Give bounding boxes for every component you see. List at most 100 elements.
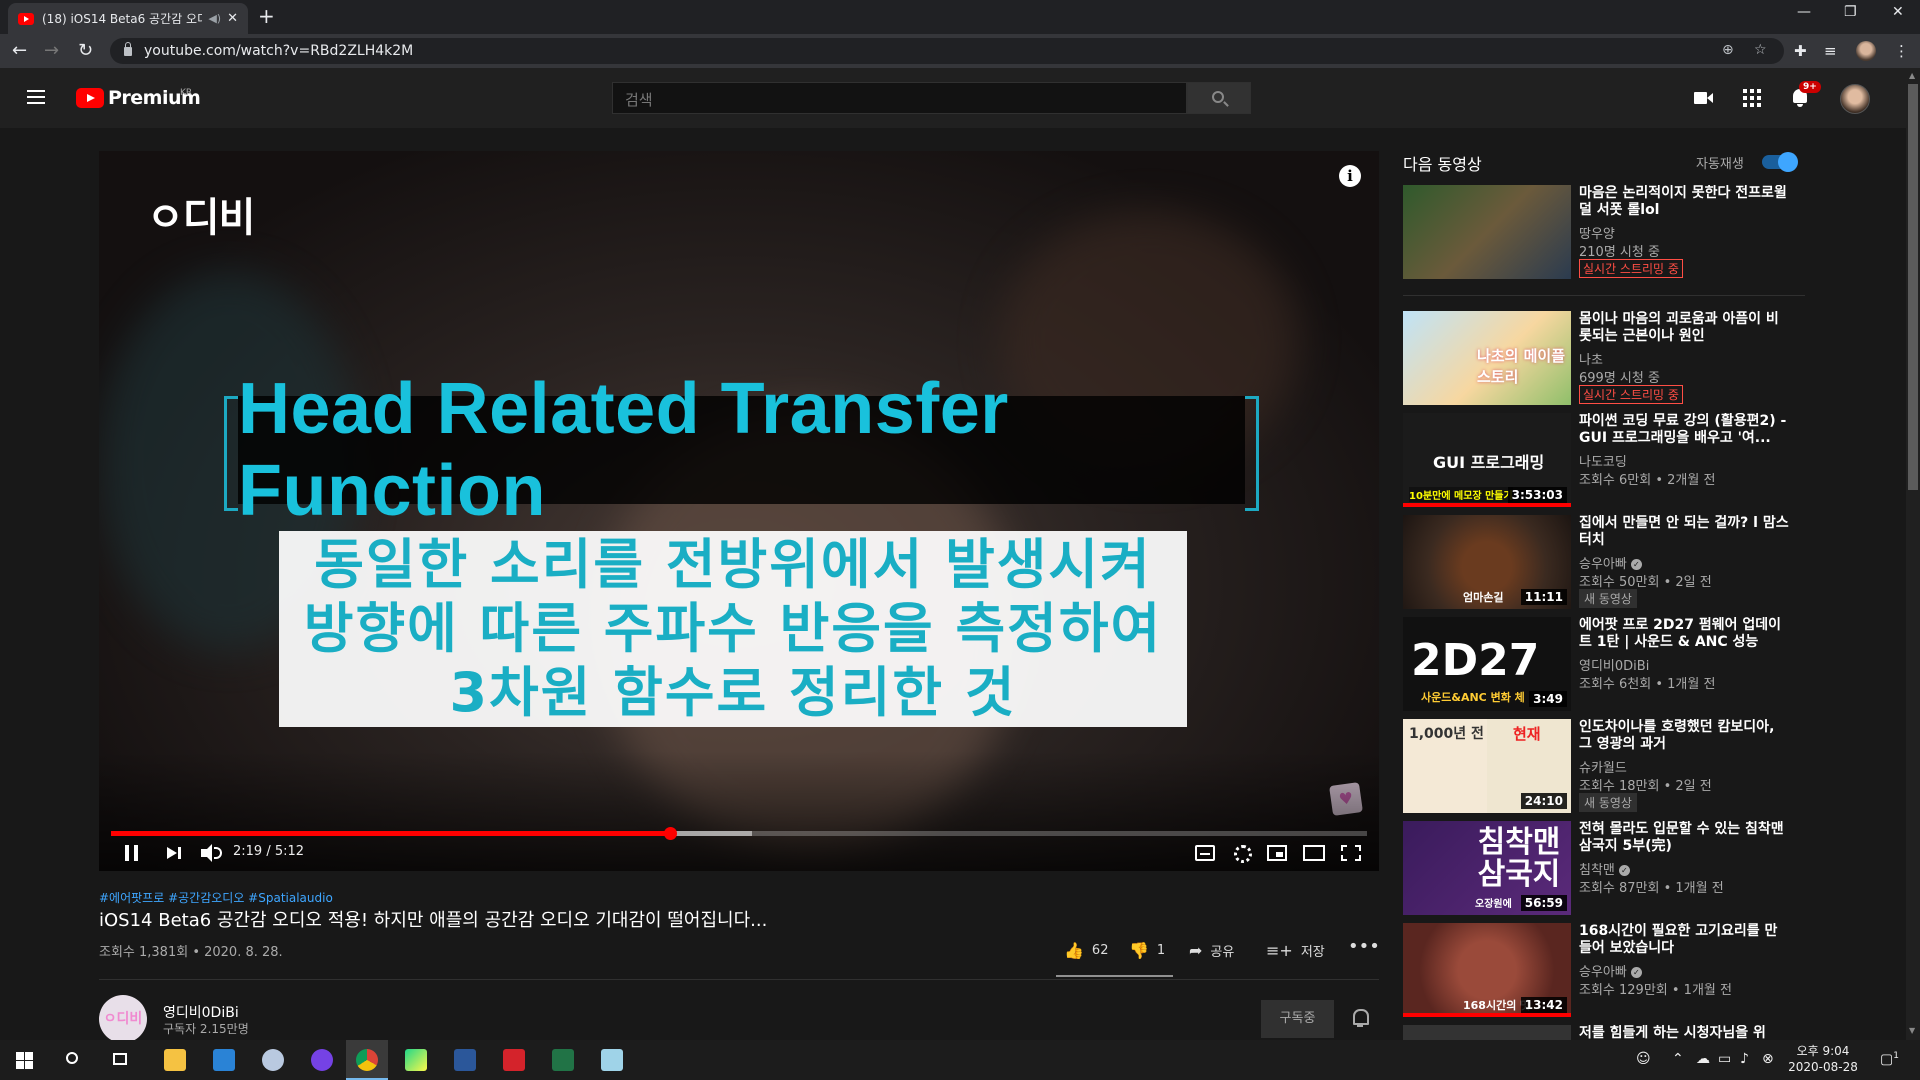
video-thumbnail[interactable]: 나초의 메이플스토리 xyxy=(1403,311,1571,405)
create-video-icon[interactable] xyxy=(1692,86,1716,110)
channel-name[interactable]: 침착맨 ✓ xyxy=(1579,859,1630,878)
firefox-icon[interactable] xyxy=(302,1048,342,1072)
chrome-icon[interactable] xyxy=(346,1040,388,1080)
ime-icon[interactable]: ⊗ xyxy=(1762,1051,1774,1067)
recommended-video[interactable]: 나초의 메이플스토리 몸이나 마음의 괴로움과 아픔이 비롯되는 근본이나 원인나… xyxy=(1403,311,1805,405)
channel-name[interactable]: 나초 xyxy=(1579,349,1603,368)
video-title[interactable]: 집에서 만들면 안 되는 걸까? l 맘스터치 xyxy=(1579,515,1789,549)
paint-icon[interactable] xyxy=(253,1048,293,1072)
channel-avatar[interactable]: ㅇ디비 xyxy=(99,995,147,1043)
forward-button[interactable]: → xyxy=(44,40,59,61)
video-thumbnail[interactable]: 1,000년 전 현재 24:10 xyxy=(1403,719,1571,813)
acrobat-icon[interactable] xyxy=(494,1048,534,1072)
account-avatar[interactable] xyxy=(1840,84,1870,114)
action-center-icon[interactable]: ▢1 xyxy=(1880,1051,1899,1068)
dislike-button[interactable]: 👎 1 xyxy=(1129,941,1165,960)
scrubber-handle[interactable] xyxy=(663,827,677,840)
progress-bar[interactable] xyxy=(111,827,1367,840)
notepad-icon[interactable] xyxy=(592,1048,632,1072)
hashtags[interactable]: #에어팟프로 #공간감오디오 #Spatialaudio xyxy=(99,889,333,906)
video-thumbnail[interactable]: 2D27 사운드&ANC 변화 체 3:49 xyxy=(1403,617,1571,711)
file-explorer-icon[interactable] xyxy=(155,1048,195,1072)
minimize-button[interactable]: — xyxy=(1797,4,1811,20)
tab-close-icon[interactable]: ✕ xyxy=(227,11,238,26)
video-thumbnail[interactable] xyxy=(1403,185,1571,279)
tray-expand-icon[interactable]: ⌃ xyxy=(1672,1051,1684,1067)
channel-name[interactable]: 나도코딩 xyxy=(1579,451,1627,470)
reload-button[interactable]: ↻ xyxy=(78,40,93,61)
network-icon[interactable]: ▭ xyxy=(1718,1051,1731,1067)
task-view-icon[interactable] xyxy=(108,1048,134,1072)
excel-icon[interactable] xyxy=(543,1048,583,1072)
pause-button[interactable] xyxy=(125,841,139,865)
share-button[interactable]: ➦ 공유 xyxy=(1189,941,1234,960)
pycharm-icon[interactable] xyxy=(396,1048,436,1072)
theater-mode-icon[interactable] xyxy=(1303,845,1325,861)
recommended-video[interactable]: 마음은 논리적이지 못한다 전프로윌덜 서폿 롤lol 땅우양 210명 시청 중실… xyxy=(1403,185,1805,279)
search-button[interactable] xyxy=(1187,82,1251,114)
video-title[interactable]: 168시간이 필요한 고기요리를 만들어 보았습니다 xyxy=(1579,923,1789,957)
subscribed-button[interactable]: 구독중 xyxy=(1261,1000,1334,1038)
video-title[interactable]: 전혀 몰라도 입문할 수 있는 침착맨 삼국지 5부(完) xyxy=(1579,821,1789,855)
taskbar-clock[interactable]: 오후 9:04 2020-08-28 xyxy=(1788,1043,1858,1075)
chrome-menu-icon[interactable]: ⋮ xyxy=(1894,42,1909,60)
channel-name[interactable]: 영디비0DiBi xyxy=(1579,655,1649,674)
menu-icon[interactable] xyxy=(27,90,45,104)
youtube-logo-icon[interactable] xyxy=(76,88,104,108)
search-icon[interactable] xyxy=(60,1048,86,1072)
windows-start-icon[interactable] xyxy=(12,1048,38,1072)
next-button[interactable] xyxy=(167,841,183,865)
info-icon[interactable]: i xyxy=(1339,165,1361,187)
back-button[interactable]: ← xyxy=(12,40,27,61)
mail-icon[interactable] xyxy=(204,1048,244,1072)
close-window-button[interactable]: ✕ xyxy=(1892,4,1904,20)
channel-name[interactable]: 승우아빠 ✓ xyxy=(1579,553,1642,572)
browser-tab[interactable]: (18) iOS14 Beta6 공간감 오디오 ◀) ✕ xyxy=(8,3,248,34)
video-thumbnail[interactable]: 침착맨 삼국지 오장원에 56:59 xyxy=(1403,821,1571,915)
video-title[interactable]: 인도차이나를 호령했던 캄보디아, 그 영광의 과거 xyxy=(1579,719,1789,753)
recommended-video[interactable]: 저를 힘들게 하는 시청자님을 위 xyxy=(1403,1025,1805,1041)
save-button[interactable]: ≡+ 저장 xyxy=(1266,941,1325,960)
address-bar[interactable]: youtube.com/watch?v=RBd2ZLH4k2M xyxy=(110,38,1784,64)
scroll-down-icon[interactable]: ▼ xyxy=(1909,1026,1915,1035)
extensions-icon[interactable]: ✚ xyxy=(1794,42,1807,60)
subtitles-icon[interactable] xyxy=(1195,845,1215,861)
scrollbar-thumb[interactable] xyxy=(1908,84,1918,490)
profile-avatar[interactable] xyxy=(1856,41,1876,61)
autoplay-toggle[interactable] xyxy=(1762,152,1798,172)
recommended-video[interactable]: 2D27 사운드&ANC 변화 체 3:49 에어팟 프로 2D27 펌웨어 업데이트… xyxy=(1403,617,1805,711)
video-thumbnail[interactable]: 엄마손길 11:11 xyxy=(1403,515,1571,609)
onedrive-icon[interactable]: ☁ xyxy=(1696,1051,1710,1067)
channel-name[interactable]: 땅우양 xyxy=(1579,223,1615,242)
video-title[interactable]: 몸이나 마음의 괴로움과 아픔이 비롯되는 근본이나 원인 xyxy=(1579,311,1789,345)
miniplayer-icon[interactable] xyxy=(1267,845,1287,861)
video-title[interactable]: 에어팟 프로 2D27 펌웨어 업데이트 1탄 | 사운드 & ANC 성능 변… xyxy=(1579,617,1789,651)
volume-icon[interactable] xyxy=(201,841,223,865)
apps-grid-icon[interactable] xyxy=(1740,86,1764,110)
recommended-video[interactable]: GUI 프로그래밍 10분만에 메모장 만들기 3:53:03 파이썬 코딩 무료 강… xyxy=(1403,413,1805,507)
video-thumbnail[interactable]: GUI 프로그래밍 10분만에 메모장 만들기 3:53:03 xyxy=(1403,413,1571,507)
new-tab-button[interactable]: + xyxy=(258,4,275,28)
media-control-icon[interactable]: ≡ xyxy=(1824,42,1837,60)
video-title[interactable]: 파이썬 코딩 무료 강의 (활용편2) - GUI 프로그래밍을 배우고 '여.… xyxy=(1579,413,1789,447)
channel-name[interactable]: 승우아빠 ✓ xyxy=(1579,961,1642,980)
install-icon[interactable]: ⊕ xyxy=(1722,42,1734,58)
page-scrollbar[interactable]: ▲ ▼ xyxy=(1906,68,1920,1040)
scroll-up-icon[interactable]: ▲ xyxy=(1909,71,1915,80)
notification-bell-icon[interactable] xyxy=(1352,1009,1369,1027)
video-title[interactable]: 마음은 논리적이지 못한다 전프로윌덜 서폿 롤lol xyxy=(1579,185,1789,219)
settings-gear-icon[interactable] xyxy=(1232,845,1252,863)
channel-name[interactable]: 영디비0DiBi xyxy=(163,1002,239,1022)
speaker-icon[interactable]: ♪ xyxy=(1740,1051,1749,1067)
recommended-video[interactable]: 168시간의 맛 13:42 168시간이 필요한 고기요리를 만들어 보았습니다 승… xyxy=(1403,923,1805,1017)
fullscreen-icon[interactable] xyxy=(1341,845,1361,861)
like-button[interactable]: 👍 62 xyxy=(1064,941,1108,960)
recommended-video[interactable]: 1,000년 전 현재 24:10 인도차이나를 호령했던 캄보디아, 그 영광의 과… xyxy=(1403,719,1805,813)
video-thumbnail[interactable] xyxy=(1403,1025,1571,1040)
word-icon[interactable] xyxy=(445,1048,485,1072)
people-icon[interactable]: ☺ xyxy=(1636,1051,1651,1067)
channel-name[interactable]: 슈카월드 xyxy=(1579,757,1627,776)
recommended-video[interactable]: 엄마손길 11:11 집에서 만들면 안 되는 걸까? l 맘스터치 승우아빠 ✓ 조회수… xyxy=(1403,515,1805,609)
maximize-button[interactable]: ❐ xyxy=(1844,4,1857,20)
more-actions-icon[interactable]: ••• xyxy=(1348,936,1380,957)
